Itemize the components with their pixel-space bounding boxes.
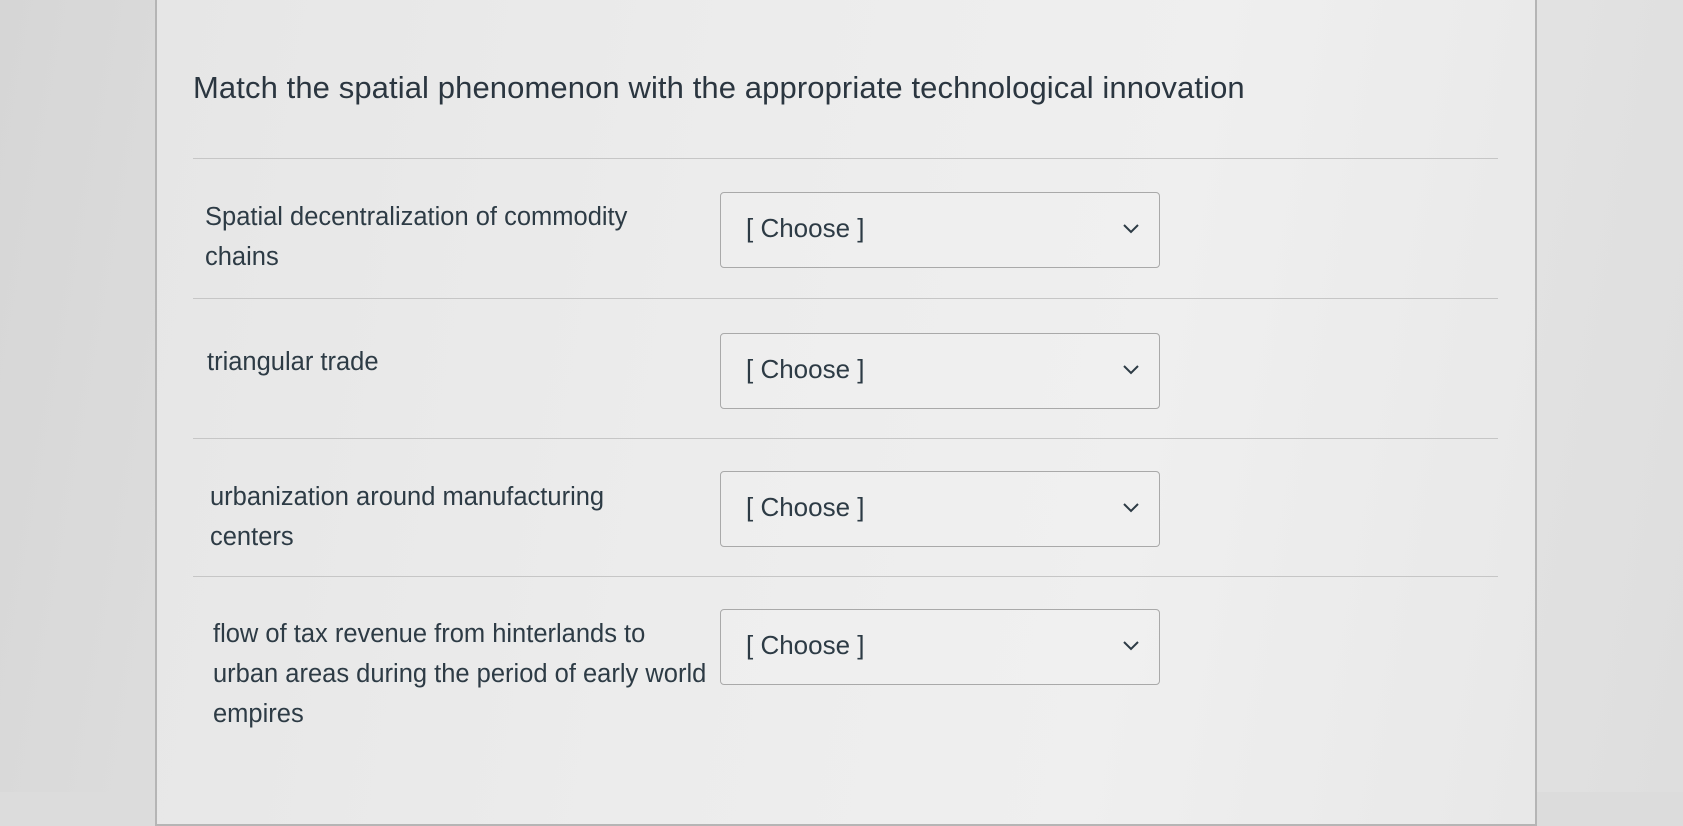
match-select-dropdown[interactable]: [ Choose ] [720, 609, 1160, 685]
match-item-label: urbanization around manufacturing center… [210, 483, 605, 551]
select-value: [ Choose ] [746, 492, 865, 522]
select-value: [ Choose ] [746, 630, 865, 660]
row-divider [193, 298, 1498, 299]
row-divider [193, 576, 1498, 577]
row-divider [193, 438, 1498, 439]
match-item-label: triangular trade [207, 348, 379, 376]
chevron-down-icon [1121, 221, 1141, 235]
match-select-dropdown[interactable]: [ Choose ] [720, 333, 1160, 409]
chevron-down-icon [1121, 638, 1141, 652]
match-select-dropdown[interactable]: [ Choose ] [720, 192, 1160, 268]
title-divider [193, 158, 1498, 159]
match-select-dropdown[interactable]: [ Choose ] [720, 471, 1160, 547]
chevron-down-icon [1121, 500, 1141, 514]
chevron-down-icon [1121, 362, 1141, 376]
select-value: [ Choose ] [746, 354, 865, 384]
match-item-label: flow of tax revenue from hinterlands to … [213, 620, 707, 728]
question-title: Match the spatial phenomenon with the ap… [193, 70, 1245, 105]
select-value: [ Choose ] [746, 213, 865, 243]
match-item-label: Spatial decentralization of commodity ch… [205, 203, 628, 271]
